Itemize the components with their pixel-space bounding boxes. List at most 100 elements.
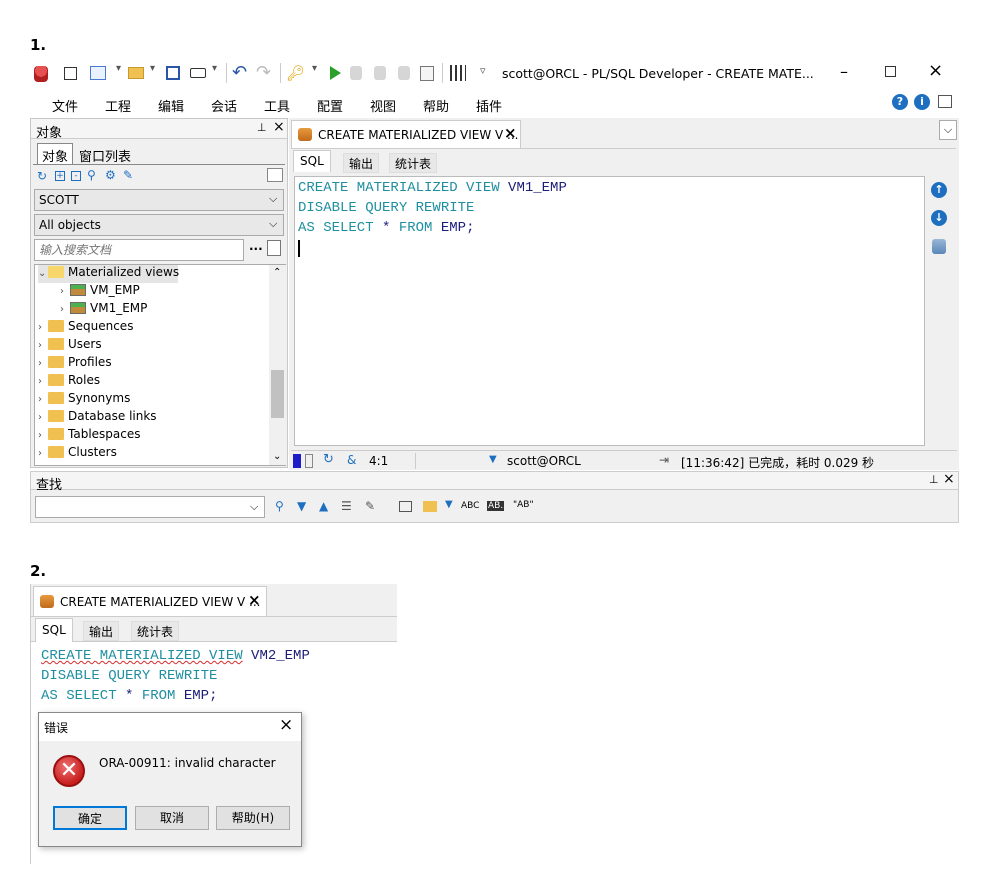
pin-icon[interactable]: ⊥ (257, 121, 267, 134)
panel-close-icon[interactable]: × (943, 471, 955, 487)
options-box-icon[interactable] (267, 168, 283, 182)
subtab-sql-2[interactable]: SQL (35, 618, 73, 642)
status-message: [11:36:42] 已完成，耗时 0.029 秒 (681, 456, 875, 470)
tab-close-icon[interactable]: × (248, 591, 261, 609)
folder-icon[interactable] (423, 501, 437, 512)
new-doc-icon[interactable] (267, 240, 281, 256)
menu-session[interactable]: 会话 (211, 96, 237, 115)
menu-tools[interactable]: 工具 (264, 96, 290, 115)
window-icon[interactable] (399, 501, 412, 512)
tree-node-materialized-views[interactable]: ⌄ Materialized views (38, 265, 179, 283)
find-icon[interactable]: ⚲ (87, 168, 96, 182)
key-icon[interactable]: 🔑︎ (286, 64, 305, 82)
info-icon[interactable]: i (914, 94, 930, 110)
menu-project[interactable]: 工程 (105, 96, 131, 115)
error-dialog: 错误 × ✕ ORA-00911: invalid character 确定 取… (38, 712, 302, 847)
refresh-status-icon[interactable]: ↻ (323, 452, 334, 467)
commit-icon[interactable] (374, 66, 386, 80)
print-icon[interactable] (190, 68, 206, 78)
tree-node-users[interactable]: › Users (38, 337, 102, 355)
eraser-icon[interactable]: ✎ (365, 499, 375, 513)
objects-panel-title: 对象 (36, 126, 63, 141)
binoculars-icon[interactable]: ⚲ (275, 499, 284, 513)
subtab-output-2[interactable]: 输出 (83, 621, 120, 641)
close-icon[interactable]: × (928, 60, 943, 81)
tab-list-chevron-icon[interactable]: ⌵ (939, 120, 957, 140)
menu-help[interactable]: 帮助 (423, 96, 449, 115)
dialog-title: 错误 (44, 721, 69, 735)
tree-node-clusters[interactable]: › Clusters (38, 445, 117, 463)
ok-button[interactable]: 确定 (53, 806, 127, 830)
sql-editor[interactable]: CREATE MATERIALIZED VIEW VM1_EMP DISABLE… (294, 176, 925, 446)
tab-objects[interactable]: 对象 (37, 143, 74, 165)
filter-icon[interactable]: ⚙ (105, 168, 116, 182)
pin-icon[interactable]: ⊥ (929, 473, 939, 486)
layout-icon[interactable] (938, 95, 952, 108)
minimize-icon[interactable]: – (840, 62, 848, 81)
find-previous-icon[interactable]: ▲ (319, 499, 328, 513)
exact-match-toggle[interactable]: "AB" (513, 500, 534, 510)
new-file-icon[interactable] (90, 66, 106, 80)
tree-scrollbar[interactable]: ⌃ ⌄ (269, 265, 286, 465)
save-icon[interactable] (166, 66, 180, 80)
cursor-position: 4:1 (369, 454, 389, 468)
refresh-icon[interactable]: ↻ (37, 169, 47, 183)
sql-window-icon (298, 128, 312, 141)
arrow-down-icon[interactable]: ↓ (931, 210, 947, 226)
tree-node-database-links[interactable]: › Database links (38, 409, 157, 427)
subtab-output[interactable]: 输出 (343, 153, 380, 173)
redo-icon[interactable]: ↷ (256, 62, 271, 83)
tree-node-sequences[interactable]: › Sequences (38, 319, 133, 337)
sql-editor-2[interactable]: CREATE MATERIALIZED VIEW VM2_EMP DISABLE… (41, 646, 391, 706)
tree-node-vm-emp[interactable]: › VM_EMP (60, 283, 140, 301)
menu-plugins[interactable]: 插件 (476, 96, 502, 115)
more-icon[interactable]: ... (249, 239, 263, 253)
subtab-statistics-2[interactable]: 统计表 (131, 621, 180, 641)
list-icon[interactable]: ☰ (341, 499, 352, 513)
search-input[interactable] (34, 239, 244, 261)
collapse-all-icon[interactable]: - (71, 171, 81, 181)
menu-config[interactable]: 配置 (317, 96, 343, 115)
editor-tab[interactable]: CREATE MATERIALIZED VIEW V ... × (291, 120, 521, 148)
db-connect-icon[interactable] (932, 239, 946, 254)
maximize-icon[interactable] (885, 66, 896, 77)
arrow-up-icon[interactable]: ↑ (931, 182, 947, 198)
find-next-icon[interactable]: ▼ (297, 499, 306, 513)
ampersand-icon[interactable]: & (347, 453, 356, 467)
cancel-button[interactable]: 取消 (135, 806, 209, 830)
subtab-sql[interactable]: SQL (293, 150, 331, 172)
new-window-icon[interactable] (64, 67, 77, 80)
help-button[interactable]: 帮助(H) (216, 806, 290, 830)
filter-select[interactable]: All objects ⌵ (34, 214, 284, 236)
tree-node-roles[interactable]: › Roles (38, 373, 100, 391)
schema-select[interactable]: SCOTT ⌵ (34, 189, 284, 211)
tab-close-icon[interactable]: × (504, 124, 517, 142)
dialog-close-icon[interactable]: × (279, 715, 293, 735)
execute-icon[interactable] (330, 66, 341, 80)
tab-window-list[interactable]: 窗口列表 (79, 146, 131, 165)
whole-word-toggle[interactable]: AB. (487, 501, 505, 511)
open-folder-icon[interactable] (128, 67, 144, 79)
menu-view[interactable]: 视图 (370, 96, 396, 115)
connection-status[interactable]: scott@ORCL (507, 454, 581, 468)
settings-sliders-icon[interactable] (450, 65, 466, 81)
break-icon[interactable] (350, 66, 362, 80)
rollback-icon[interactable] (398, 66, 410, 80)
help-icon[interactable]: ? (892, 94, 908, 110)
filter-edit-icon[interactable]: ✎ (123, 168, 133, 182)
subtab-statistics[interactable]: 统计表 (389, 153, 438, 173)
editor-tab-2[interactable]: CREATE MATERIALIZED VIEW V ... × (33, 586, 267, 616)
tree-node-tablespaces[interactable]: › Tablespaces (38, 427, 141, 445)
find-panel-title: 查找 (36, 478, 63, 493)
expand-all-icon[interactable]: + (55, 171, 65, 181)
panel-close-icon[interactable]: × (273, 119, 285, 135)
tree-node-vm1-emp[interactable]: › VM1_EMP (60, 301, 147, 319)
tree-node-profiles[interactable]: › Profiles (38, 355, 112, 373)
menu-file[interactable]: 文件 (52, 96, 78, 115)
find-input[interactable]: ⌵ (35, 496, 265, 518)
undo-icon[interactable]: ↶ (232, 62, 247, 83)
explain-plan-icon[interactable] (420, 66, 434, 81)
tree-node-synonyms[interactable]: › Synonyms (38, 391, 130, 409)
menu-edit[interactable]: 编辑 (158, 96, 184, 115)
match-case-toggle[interactable]: ABC (461, 501, 479, 511)
